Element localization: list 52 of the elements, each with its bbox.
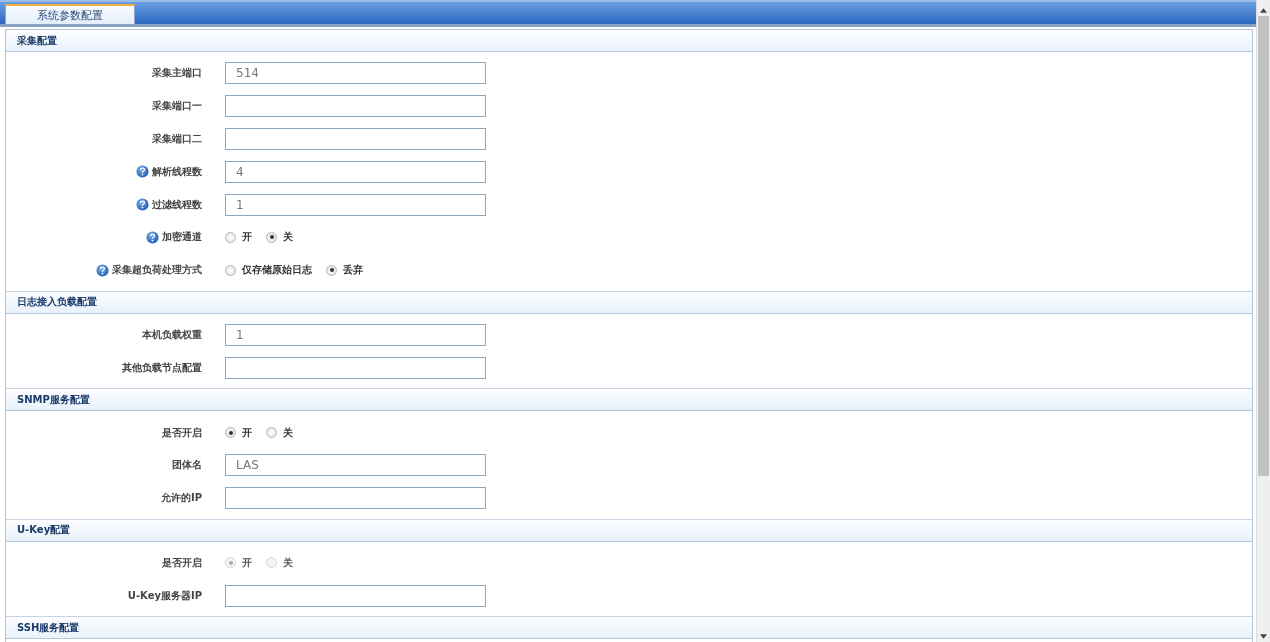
radio-label: 仅存储原始日志 <box>242 263 312 278</box>
field-label: 团体名 <box>172 458 202 473</box>
help-icon[interactable] <box>136 165 149 179</box>
scroll-down-icon[interactable] <box>1260 634 1267 639</box>
section-title: SSH服务配置 <box>17 620 80 635</box>
field-label: 采集端口一 <box>152 99 202 114</box>
radio-label: 关 <box>283 425 293 440</box>
text-field[interactable]: LAS <box>225 454 486 477</box>
text-field[interactable]: 4 <box>225 160 486 183</box>
text-field[interactable]: 1 <box>225 193 486 216</box>
field-label: 是否开启 <box>162 555 202 570</box>
text-field[interactable]: 1 <box>225 323 486 346</box>
radio-label: 丢弃 <box>343 263 363 278</box>
field-label: 采集超负荷处理方式 <box>112 263 202 278</box>
field-label: 解析线程数 <box>152 164 202 179</box>
field-label: 本机负载权重 <box>142 327 202 342</box>
tab[interactable]: 系统参数配置 <box>5 4 135 24</box>
text-field[interactable] <box>225 356 486 379</box>
text-field[interactable] <box>225 487 486 510</box>
help-icon[interactable] <box>146 230 159 244</box>
field-label: 允许的IP <box>160 491 202 506</box>
scrollbar-thumb[interactable] <box>1258 16 1269 476</box>
radio-label: 关 <box>283 230 293 245</box>
field-label: U-Key服务器IP <box>127 588 202 603</box>
text-field[interactable] <box>225 584 486 607</box>
text-field[interactable] <box>225 128 486 150</box>
help-icon[interactable] <box>96 263 109 277</box>
radio-button[interactable] <box>225 427 236 439</box>
scroll-up-icon[interactable] <box>1260 8 1267 13</box>
field-label: 是否开启 <box>162 425 202 440</box>
field-label: 加密通道 <box>162 230 202 245</box>
radio-button[interactable] <box>225 231 236 243</box>
section-title: U-Key配置 <box>17 523 71 538</box>
field-label: 其他负载节点配置 <box>122 360 202 375</box>
field-label: 采集端口二 <box>152 132 202 146</box>
radio-label: 开 <box>242 230 252 245</box>
help-icon[interactable] <box>136 198 149 212</box>
radio-button[interactable] <box>266 427 277 439</box>
scrollbar[interactable] <box>1256 0 1270 642</box>
field-label: 采集主端口 <box>152 66 202 81</box>
section-title: 日志接入负载配置 <box>17 295 97 310</box>
radio-button[interactable] <box>266 231 277 243</box>
radio-label: 关 <box>283 555 293 570</box>
section-title: 采集配置 <box>17 33 57 48</box>
text-field[interactable]: 514 <box>225 62 486 85</box>
radio-button[interactable] <box>225 264 236 276</box>
radio-button[interactable] <box>326 264 337 276</box>
text-field[interactable] <box>225 95 486 118</box>
radio-label: 开 <box>242 555 252 570</box>
section-title: SNMP服务配置 <box>17 392 90 407</box>
radio-label: 开 <box>242 425 252 440</box>
field-label: 过滤线程数 <box>152 197 202 212</box>
